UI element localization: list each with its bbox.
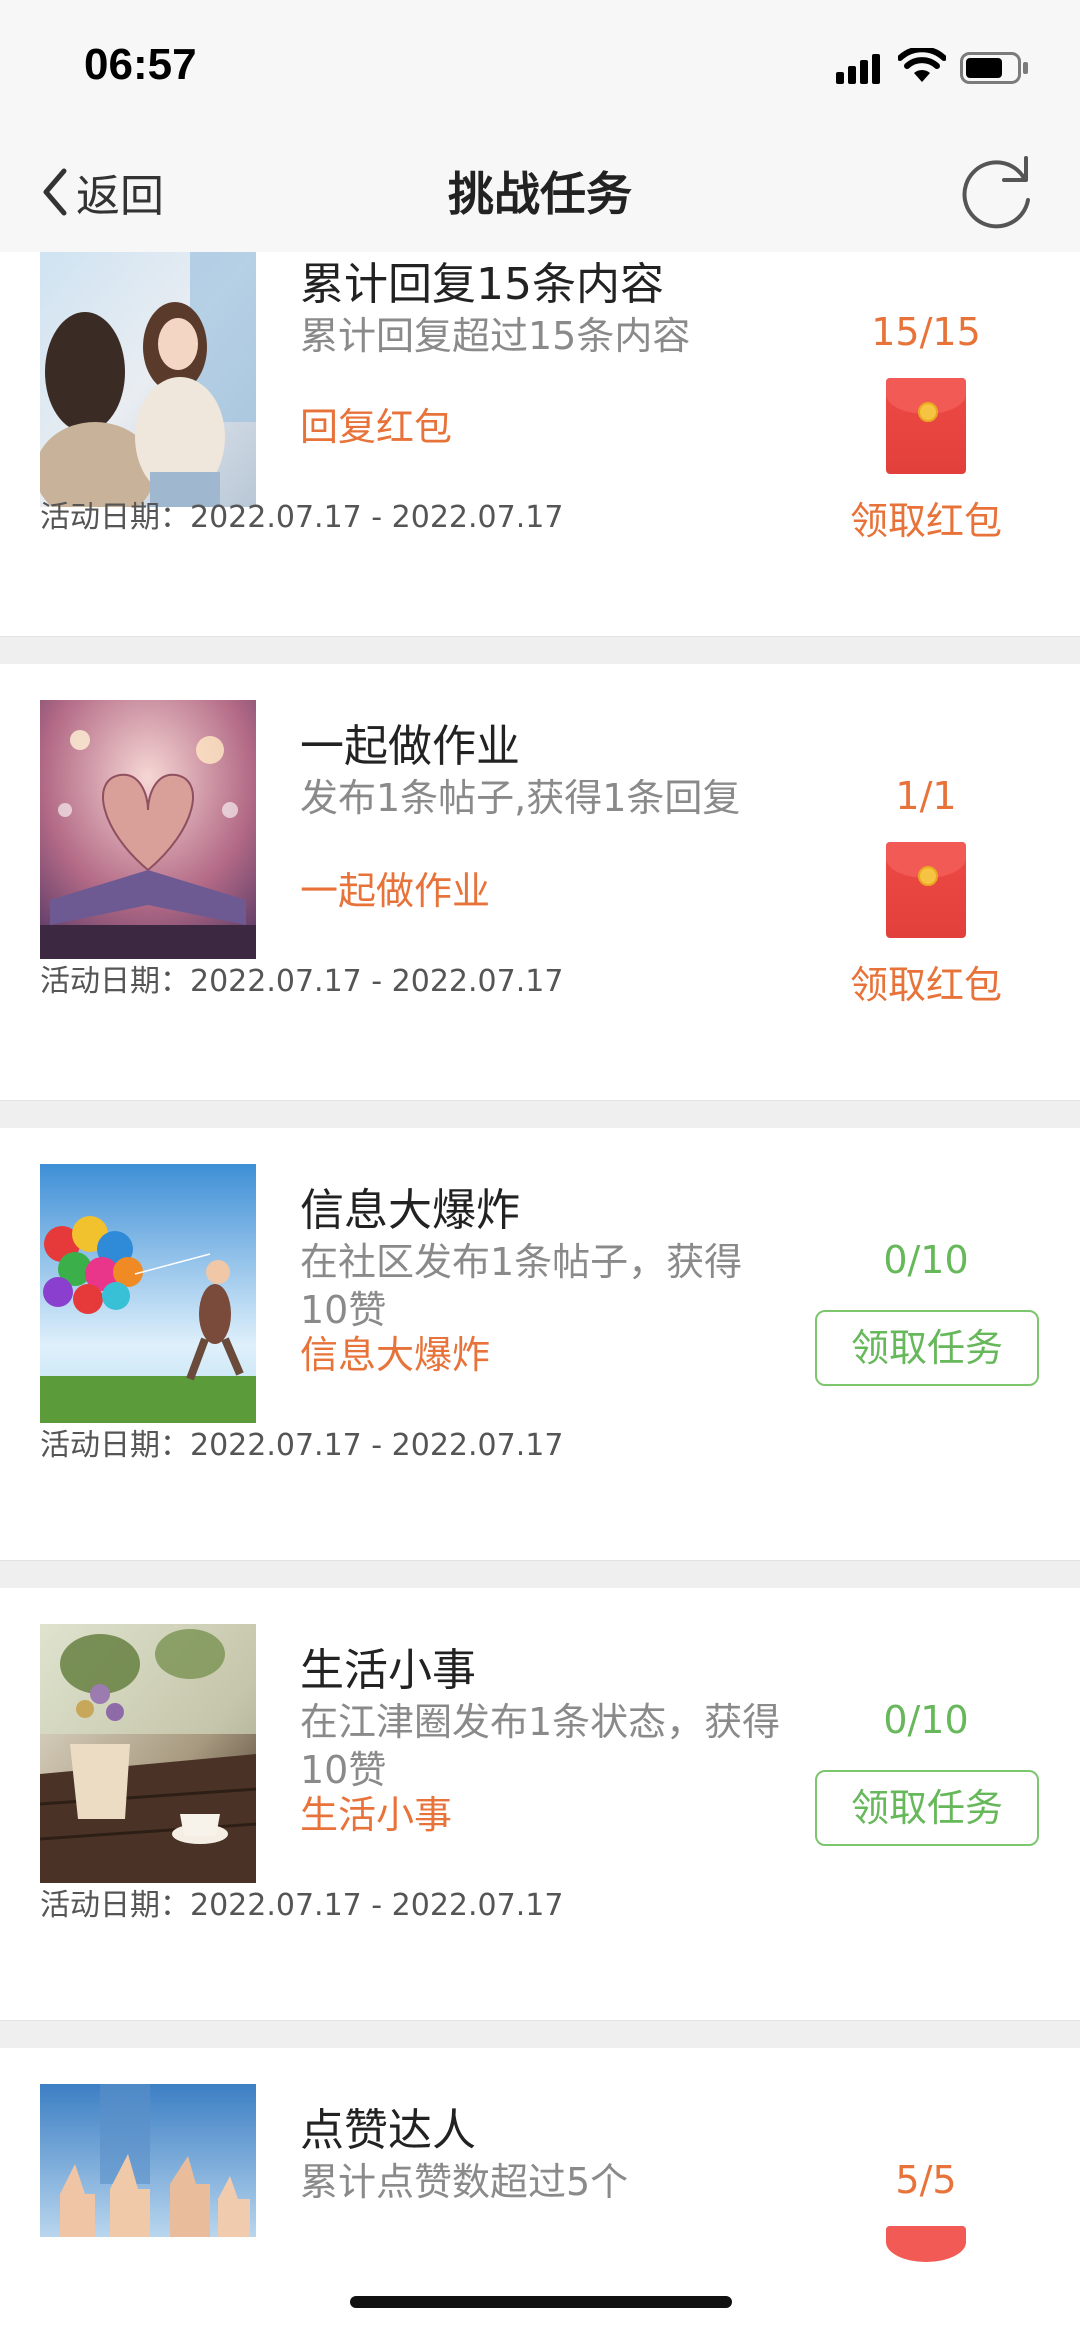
task-tag: 一起做作业 xyxy=(300,869,491,913)
task-desc: 累计回复超过15条内容 xyxy=(300,314,691,358)
claim-task-button[interactable]: 领取任务 xyxy=(815,1770,1039,1846)
task-tag: 生活小事 xyxy=(300,1793,453,1837)
wifi-icon xyxy=(898,48,946,82)
task-title: 点赞达人 xyxy=(300,2105,476,2156)
task-desc: 发布1条帖子,获得1条回复 xyxy=(300,776,741,820)
task-progress: 15/15 xyxy=(871,310,981,354)
claim-red-packet-button[interactable]: 领取红包 xyxy=(810,954,1042,1009)
task-title: 一起做作业 xyxy=(300,721,520,772)
page-title: 挑战任务 xyxy=(448,167,632,221)
task-card[interactable]: 一起做作业 发布1条帖子,获得1条回复 一起做作业 活动日期：2022.07.1… xyxy=(0,664,1080,1048)
red-packet-icon[interactable] xyxy=(886,842,966,938)
task-card[interactable]: 点赞达人 累计点赞数超过5个 5/5 xyxy=(0,2048,1080,2337)
red-packet-icon[interactable] xyxy=(886,378,966,474)
task-thumbnail xyxy=(40,2084,256,2237)
task-thumbnail xyxy=(40,1164,256,1423)
task-progress: 1/1 xyxy=(895,774,957,818)
task-progress: 0/10 xyxy=(883,1698,969,1742)
signal-icon xyxy=(836,54,880,84)
task-list: 累计回复15条内容 累计回复超过15条内容 回复红包 活动日期：2022.07.… xyxy=(0,252,1080,2337)
battery-icon xyxy=(960,52,1028,84)
task-card[interactable]: 累计回复15条内容 累计回复超过15条内容 回复红包 活动日期：2022.07.… xyxy=(0,252,1080,584)
task-date: 活动日期：2022.07.17 - 2022.07.17 xyxy=(40,964,564,999)
cafe-table-photo xyxy=(40,1624,256,1883)
task-card[interactable]: 信息大爆炸 在社区发布1条帖子，获得10赞 信息大爆炸 活动日期：2022.07… xyxy=(0,1128,1080,1512)
divider xyxy=(0,1100,1080,1129)
task-desc: 在江津圈发布1条状态，获得10赞 xyxy=(300,1700,781,1792)
task-date: 活动日期：2022.07.17 - 2022.07.17 xyxy=(40,1428,564,1463)
balloons-photo xyxy=(40,1164,256,1423)
task-date: 活动日期：2022.07.17 - 2022.07.17 xyxy=(40,500,564,535)
refresh-icon[interactable] xyxy=(954,148,1040,234)
nav-bar: 返回 挑战任务 xyxy=(0,130,1080,252)
task-thumbnail xyxy=(40,700,256,959)
divider xyxy=(0,1560,1080,1589)
task-thumbnail xyxy=(40,1624,256,1883)
task-title: 信息大爆炸 xyxy=(300,1185,520,1236)
task-date: 活动日期：2022.07.17 - 2022.07.17 xyxy=(40,1888,564,1923)
task-card[interactable]: 生活小事 在江津圈发布1条状态，获得10赞 生活小事 活动日期：2022.07.… xyxy=(0,1588,1080,1972)
task-tag: 回复红包 xyxy=(300,405,453,449)
task-desc: 累计点赞数超过5个 xyxy=(300,2160,629,2204)
task-thumbnail xyxy=(40,252,256,507)
thumbs-up-photo xyxy=(40,2084,256,2237)
divider xyxy=(0,636,1080,665)
red-packet-icon[interactable] xyxy=(886,2226,966,2262)
task-title: 生活小事 xyxy=(300,1645,476,1696)
claim-red-packet-button[interactable]: 领取红包 xyxy=(810,490,1042,545)
task-desc: 在社区发布1条帖子，获得10赞 xyxy=(300,1240,743,1332)
task-progress: 0/10 xyxy=(883,1238,969,1282)
task-title: 累计回复15条内容 xyxy=(300,259,664,310)
two-girls-photo xyxy=(40,252,256,507)
task-tag: 信息大爆炸 xyxy=(300,1333,491,1377)
home-indicator xyxy=(350,2296,732,2308)
divider xyxy=(0,2020,1080,2049)
claim-task-button[interactable]: 领取任务 xyxy=(815,1310,1039,1386)
status-time: 06:57 xyxy=(84,40,197,89)
book-heart-photo xyxy=(40,700,256,959)
status-bar: 06:57 xyxy=(0,0,1080,130)
task-progress: 5/5 xyxy=(895,2158,957,2202)
